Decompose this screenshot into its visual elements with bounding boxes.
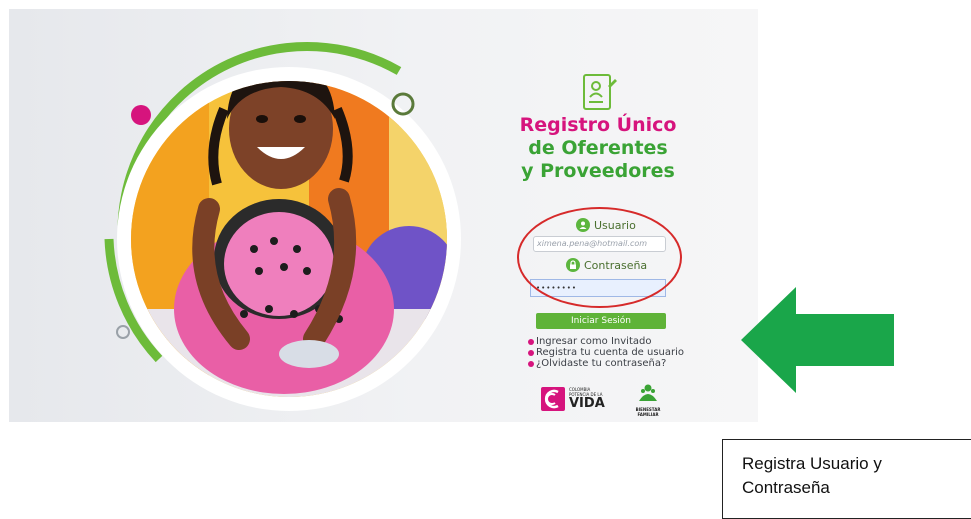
bullet-icon [528,349,534,356]
left-arrow-icon [741,287,894,393]
register-link[interactable]: Registra tu cuenta de usuario [528,347,684,358]
bienestar-mark-icon [639,384,657,401]
title-line-1: Registro Único [519,114,677,136]
colombia-mark-icon [541,387,565,411]
forgot-link-text[interactable]: ¿Olvidaste tu contraseña? [536,358,666,369]
guest-link[interactable]: Ingresar como Invitado [528,336,684,347]
title-line-3: y Proveedores [521,160,675,182]
register-link-text[interactable]: Registra tu cuenta de usuario [536,347,684,358]
title-line-2: de Oferentes [528,137,668,159]
colombia-text-3: VIDA [569,396,605,411]
forgot-password-link[interactable]: ¿Olvidaste tu contraseña? [528,358,684,369]
guest-link-text[interactable]: Ingresar como Invitado [536,336,651,347]
bullet-icon [528,338,534,345]
auth-links: Ingresar como Invitado Registra tu cuent… [528,336,684,369]
bullet-icon [528,360,534,367]
page-title: Registro Único de Oferentes y Proveedore… [513,114,683,183]
login-button[interactable]: Iniciar Sesión [536,313,666,329]
instruction-callout: Registra Usuario y Contraseña [722,439,971,519]
bienestar-familiar-logo: BIENESTAR FAMILIAR [631,383,665,417]
highlight-ellipse [517,207,682,308]
bienestar-text-2: FAMILIAR [637,412,659,417]
document-user-icon [583,74,617,110]
